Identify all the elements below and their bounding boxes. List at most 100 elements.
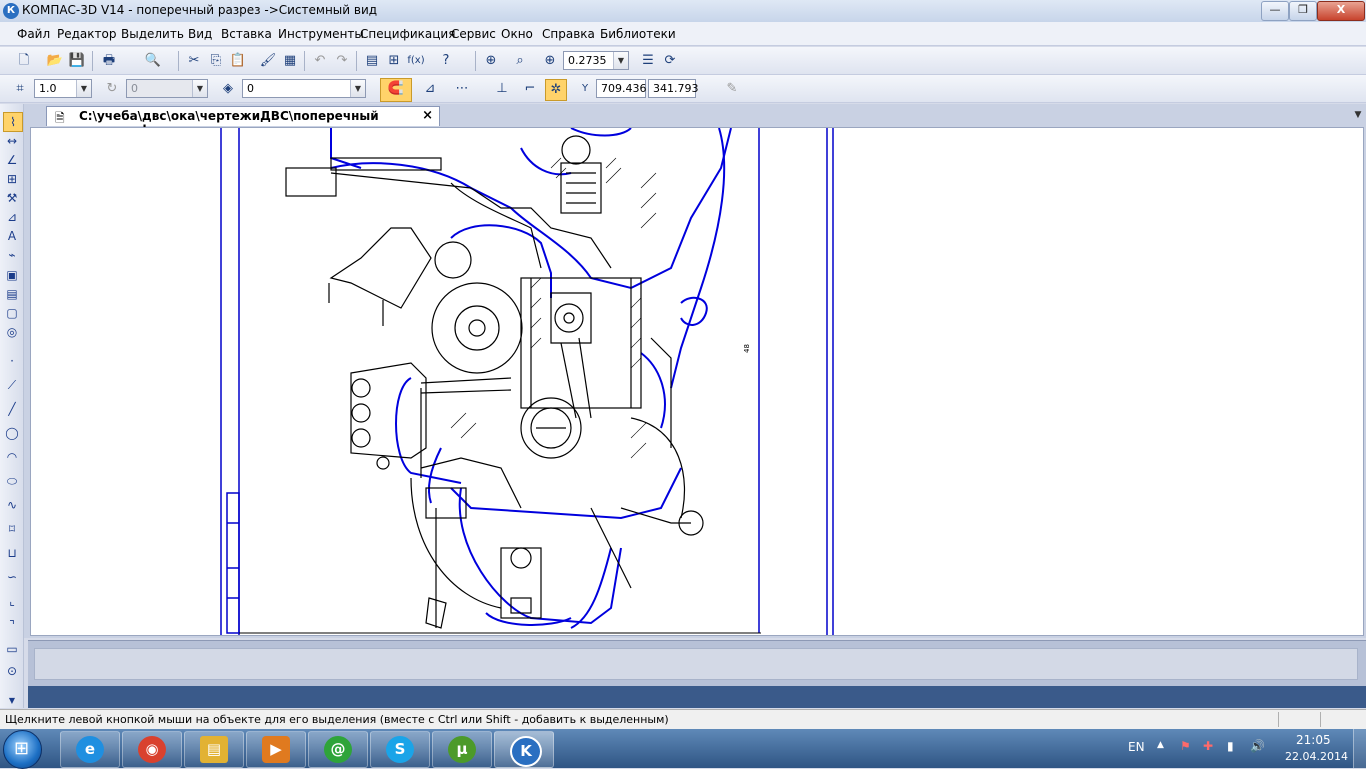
fillet-icon[interactable]: ⌝ — [3, 616, 21, 634]
chevron-down-icon[interactable]: ▼ — [76, 80, 91, 97]
spline-icon[interactable]: ∿ — [3, 496, 21, 514]
local-coordinate-icon[interactable]: ⊥ — [492, 79, 512, 99]
taskbar-chrome[interactable]: ◉ — [122, 731, 182, 768]
help-pointer-icon[interactable]: ? — [436, 51, 456, 71]
dimensions-icon[interactable]: ↔ — [3, 132, 21, 150]
menu-window[interactable]: Окно — [501, 27, 533, 41]
manager-icon[interactable]: ▤ — [362, 51, 382, 71]
minimize-button[interactable]: — — [1261, 1, 1289, 21]
chevron-down-icon[interactable]: ▼ — [350, 80, 365, 97]
hatch-icon[interactable]: ⌑ — [3, 520, 21, 538]
taskbar-skype[interactable]: S — [370, 731, 430, 768]
step-cursor-icon[interactable]: ⌗ — [10, 79, 30, 99]
close-button[interactable]: X — [1317, 1, 1365, 21]
menu-service[interactable]: Сервис — [451, 27, 496, 41]
zoom-scale-icon[interactable]: ⊕ — [540, 51, 560, 71]
open-folder-icon[interactable]: 📂 — [45, 51, 65, 71]
menu-help[interactable]: Справка — [542, 27, 595, 41]
tab-scroll-icon[interactable]: ▼ — [1352, 110, 1364, 122]
bezier-icon[interactable]: ∽ — [3, 568, 21, 586]
taskbar-file-explorer[interactable]: ▤ — [184, 731, 244, 768]
editing-icon[interactable]: ⊞ — [3, 170, 21, 188]
undo-icon[interactable]: ↶ — [310, 51, 330, 71]
taskbar-media-player[interactable]: ▶ — [246, 731, 306, 768]
cursor-step-combo[interactable]: 1.0 ▼ — [34, 79, 92, 98]
ortho-icon[interactable]: ⌐ — [520, 79, 540, 99]
geometry-icon[interactable]: ⌇ — [3, 112, 23, 132]
menu-insert[interactable]: Вставка — [221, 27, 272, 41]
designations-icon[interactable]: ∠ — [3, 151, 21, 169]
taskbar-kompas[interactable]: K — [494, 731, 554, 768]
start-button[interactable]: ⊞ — [3, 730, 42, 769]
local-snap-icon[interactable]: ⊿ — [420, 79, 440, 99]
drawing-canvas[interactable]: 48 — [30, 127, 1364, 636]
taskbar-internet-explorer[interactable]: e — [60, 731, 120, 768]
menu-libraries[interactable]: Библиотеки — [600, 27, 676, 41]
zoom-window-icon[interactable]: ⊕ — [481, 51, 501, 71]
new-document-icon[interactable]: 🗋 — [14, 51, 34, 71]
taskbar-utorrent[interactable]: µ — [432, 731, 492, 768]
rectangle-icon[interactable]: ▭ — [3, 640, 21, 658]
spec-icon[interactable]: ▣ — [3, 266, 21, 284]
language-indicator[interactable]: EN — [1128, 740, 1145, 754]
chamfer-icon[interactable]: ⌞ — [3, 592, 21, 610]
coord-y-field[interactable]: 341.793 — [648, 79, 699, 98]
circle-icon[interactable]: ◯ — [3, 424, 21, 442]
menu-tools[interactable]: Инструменты — [278, 27, 364, 41]
ellipse-icon[interactable]: ⬭ — [3, 472, 21, 490]
parametrization-icon[interactable]: ⚒ — [3, 189, 21, 207]
security-icon[interactable]: ✚ — [1203, 739, 1213, 753]
menu-file[interactable]: Файл — [17, 27, 50, 41]
coord-x-field[interactable]: 709.436 — [596, 79, 647, 98]
measure-icon[interactable]: ⊿ — [3, 208, 21, 226]
save-icon[interactable]: 💾 — [67, 51, 87, 71]
insert-icon[interactable]: ▢ — [3, 304, 21, 322]
grid-icon[interactable]: ⋯ — [452, 79, 472, 99]
tray-expand-icon[interactable]: ▲ — [1157, 740, 1164, 750]
fragment-icon[interactable]: ◎ — [3, 323, 21, 341]
zoom-scale-combo[interactable]: 0.2735 ▼ — [563, 51, 629, 70]
arc-icon[interactable]: ◠ — [3, 448, 21, 466]
auxiliary-line-icon[interactable]: ⟋ — [3, 376, 21, 394]
redo-icon[interactable]: ↷ — [332, 51, 352, 71]
clock-date[interactable]: 22.04.2014 — [1285, 750, 1348, 763]
associative-views-icon[interactable]: ⌁ — [3, 246, 21, 264]
round-off-icon[interactable]: ✲ — [545, 79, 567, 101]
network-warning-icon[interactable]: ⚑ — [1180, 739, 1191, 753]
close-tab-icon[interactable]: × — [422, 108, 433, 123]
taskbar-mail-agent[interactable]: @ — [308, 731, 368, 768]
refresh-icon[interactable]: ⟳ — [660, 51, 680, 71]
tree-icon[interactable]: ⊞ — [384, 51, 404, 71]
paste-icon[interactable]: 📋 — [228, 51, 248, 71]
cut-icon[interactable]: ✂ — [184, 51, 204, 71]
format-painter-icon[interactable]: 🖌 — [258, 51, 278, 71]
signal-icon[interactable]: ▮ — [1227, 739, 1234, 753]
copy-icon[interactable]: ⎘ — [206, 51, 226, 71]
segment-icon[interactable]: ╱ — [3, 400, 21, 418]
show-desktop-button[interactable] — [1353, 729, 1366, 768]
menu-edit[interactable]: Редактор — [57, 27, 116, 41]
equidistant-icon[interactable]: ⊙ — [3, 662, 21, 680]
report-icon[interactable]: ▤ — [3, 285, 21, 303]
print-icon[interactable]: 🖶 — [99, 51, 119, 71]
volume-icon[interactable]: 🔊 — [1250, 739, 1265, 753]
chevron-down-icon[interactable]: ▼ — [613, 52, 628, 69]
print-preview-icon[interactable]: 🔍 — [143, 51, 163, 71]
layer-icon[interactable]: ◈ — [218, 79, 238, 99]
snap-magnet-icon[interactable]: 🧲 — [380, 78, 412, 102]
menu-view[interactable]: Вид — [188, 27, 212, 41]
zoom-all-icon[interactable]: ⌕ — [510, 51, 530, 71]
menu-select[interactable]: Выделить — [121, 27, 184, 41]
maximize-button[interactable]: ❐ — [1289, 1, 1317, 21]
scroll-down-icon[interactable]: ▼ — [3, 692, 21, 710]
layer-combo[interactable]: 0 ▼ — [242, 79, 366, 98]
pan-icon[interactable]: ☰ — [638, 51, 658, 71]
point-icon[interactable]: · — [3, 352, 21, 370]
document-tab[interactable]: 🗎 C:\учеба\двс\ока\чертежиДВС\поперечный… — [46, 106, 440, 137]
variables-fx-icon[interactable]: f(x) — [406, 51, 426, 71]
select-icon[interactable]: A — [3, 227, 21, 245]
polyline-icon[interactable]: ⊔ — [3, 544, 21, 562]
clock-time[interactable]: 21:05 — [1296, 733, 1331, 747]
menu-specification[interactable]: Спецификация — [360, 27, 455, 41]
properties-icon[interactable]: ▦ — [280, 51, 300, 71]
